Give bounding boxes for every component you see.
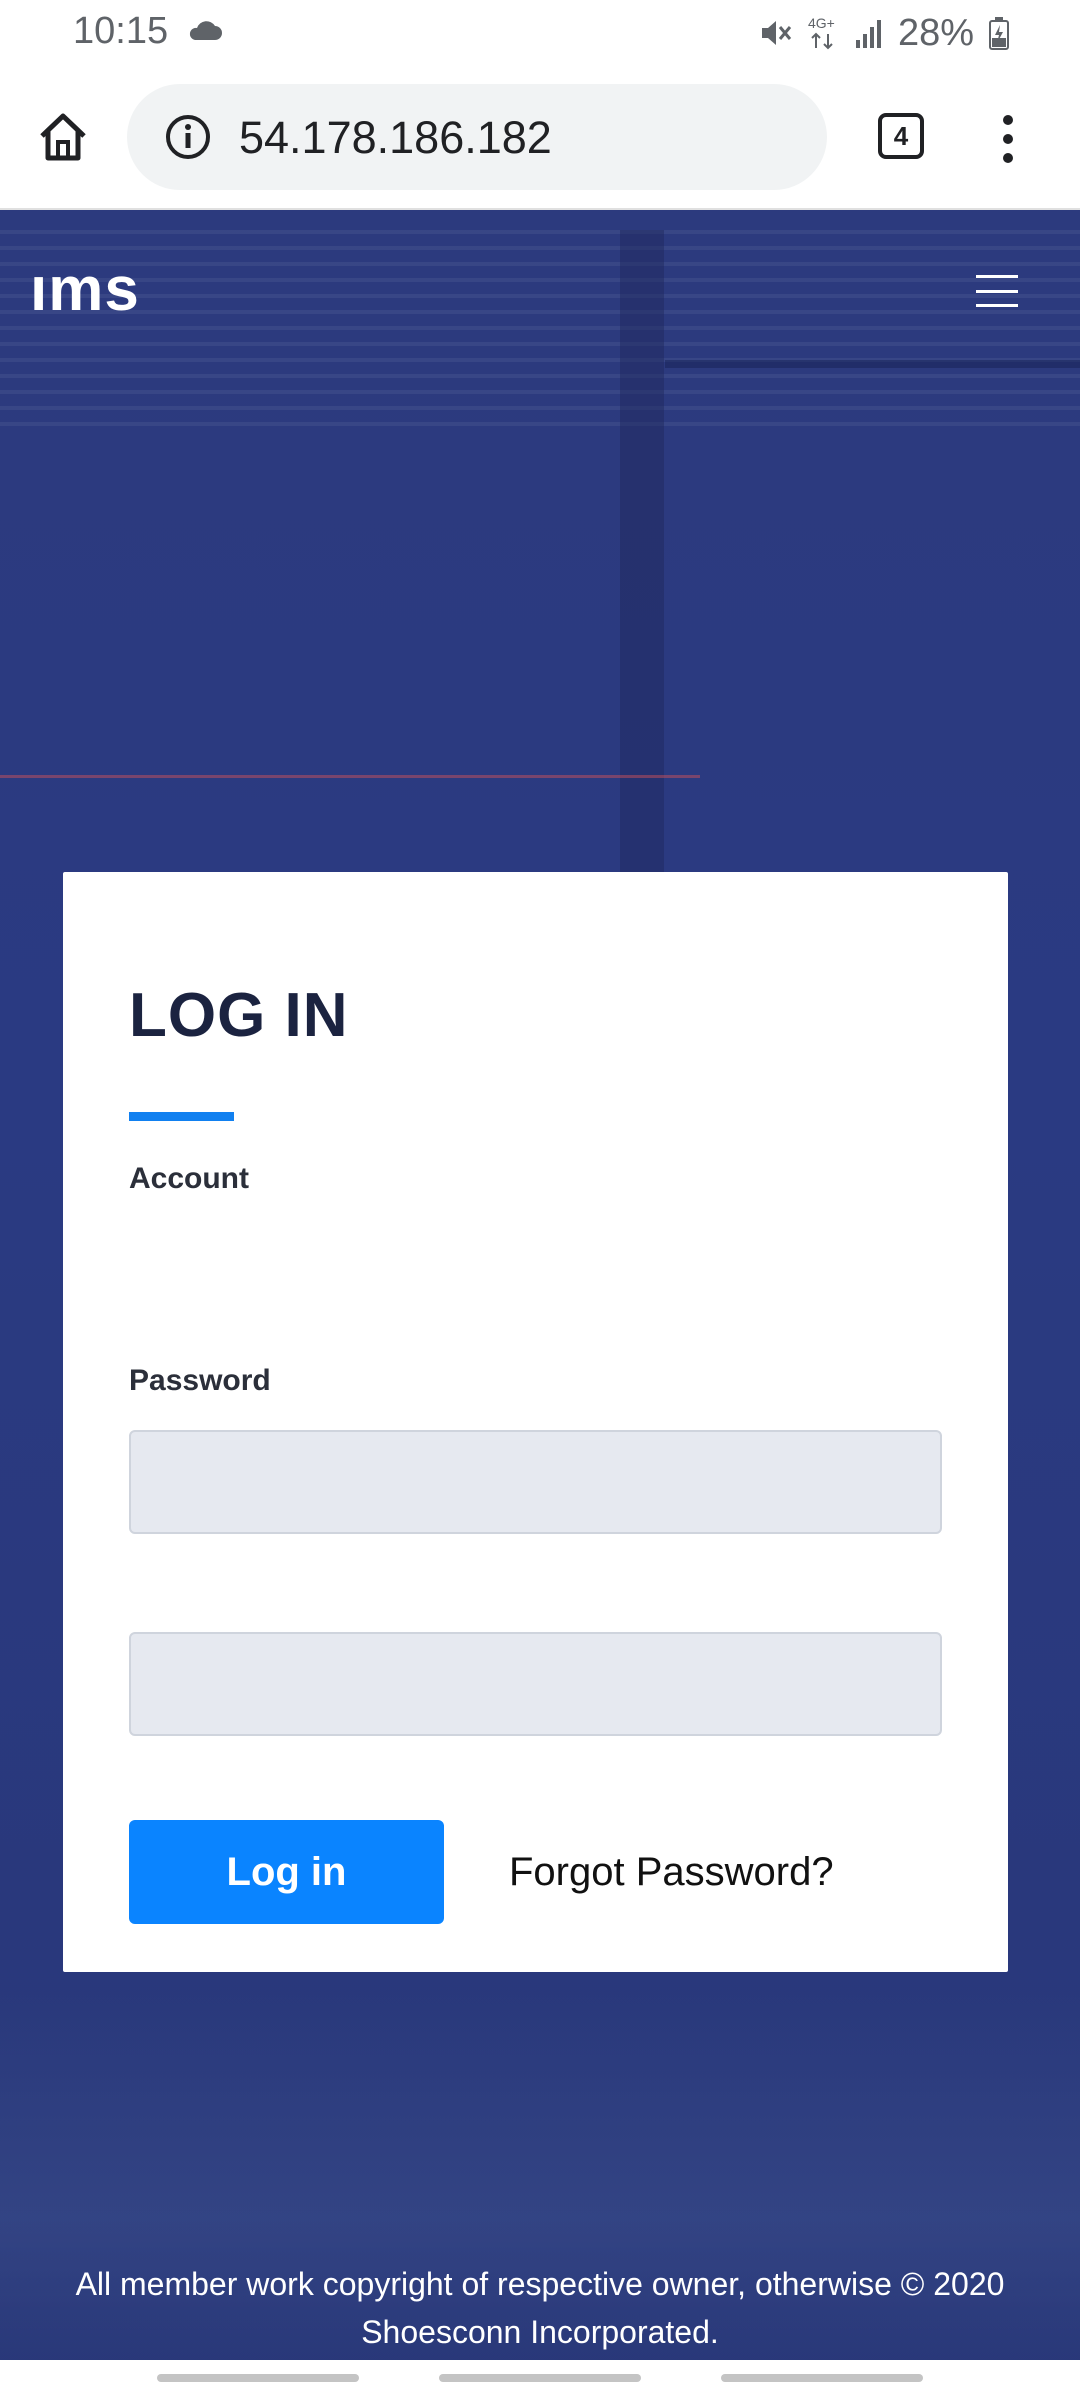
4g-icon: 4G+	[808, 15, 835, 50]
background-line	[0, 775, 700, 778]
nav-back[interactable]	[721, 2374, 923, 2382]
battery-percent: 28%	[897, 11, 974, 54]
account-input[interactable]	[129, 1430, 942, 1534]
page-content: ıms LOG IN Account Password Log in Forgo…	[0, 210, 1080, 2360]
footer-line-2: Shoesconn Incorporated.	[361, 2314, 719, 2350]
login-card: LOG IN Account Password Log in Forgot Pa…	[63, 872, 1008, 1972]
footer-copyright: All member work copyright of respective …	[0, 2260, 1080, 2356]
ims-logo[interactable]: ıms	[30, 259, 140, 321]
mute-icon	[761, 21, 792, 45]
more-vert-dot	[1003, 153, 1013, 163]
title-underline	[129, 1112, 234, 1121]
more-vert-button[interactable]	[990, 106, 1026, 172]
url-text[interactable]: 54.178.186.182	[239, 112, 552, 164]
password-input[interactable]	[129, 1632, 942, 1736]
url-bar[interactable]: 54.178.186.182	[127, 84, 827, 190]
home-button[interactable]	[30, 104, 96, 170]
status-time: 10:15	[73, 10, 169, 52]
signal-icon	[855, 20, 881, 48]
hamburger-line	[976, 304, 1018, 307]
more-vert-dot	[1003, 134, 1013, 144]
cloud-icon	[189, 21, 222, 40]
hamburger-line	[976, 289, 1018, 293]
account-label: Account	[129, 1162, 249, 1195]
background-image	[0, 230, 1080, 430]
background-beam	[665, 360, 1080, 368]
system-nav-bar	[0, 2360, 1080, 2400]
status-icons: 4G+ 28%	[758, 10, 1010, 56]
battery-icon	[989, 17, 1009, 50]
more-vert-icon	[1003, 115, 1013, 125]
tabs-button[interactable]: 4	[878, 113, 924, 159]
status-bar: 10:15 4G+ 28%	[0, 0, 1080, 66]
svg-text:4G+: 4G+	[808, 15, 835, 31]
password-label: Password	[129, 1364, 271, 1397]
hamburger-icon[interactable]	[976, 275, 1018, 307]
tab-count: 4	[893, 120, 909, 151]
background-pillar	[620, 230, 664, 890]
footer-line-1: All member work copyright of respective …	[75, 2266, 1005, 2302]
home-icon	[40, 113, 86, 161]
login-button[interactable]: Log in	[129, 1820, 444, 1924]
browser-toolbar: 54.178.186.182 4	[0, 66, 1080, 210]
login-title: LOG IN	[129, 981, 349, 1050]
nav-recents[interactable]	[157, 2374, 359, 2382]
nav-home[interactable]	[439, 2374, 641, 2382]
hamburger-line	[976, 275, 1018, 278]
forgot-password-link[interactable]: Forgot Password?	[509, 1850, 834, 1895]
info-icon[interactable]	[165, 114, 211, 160]
